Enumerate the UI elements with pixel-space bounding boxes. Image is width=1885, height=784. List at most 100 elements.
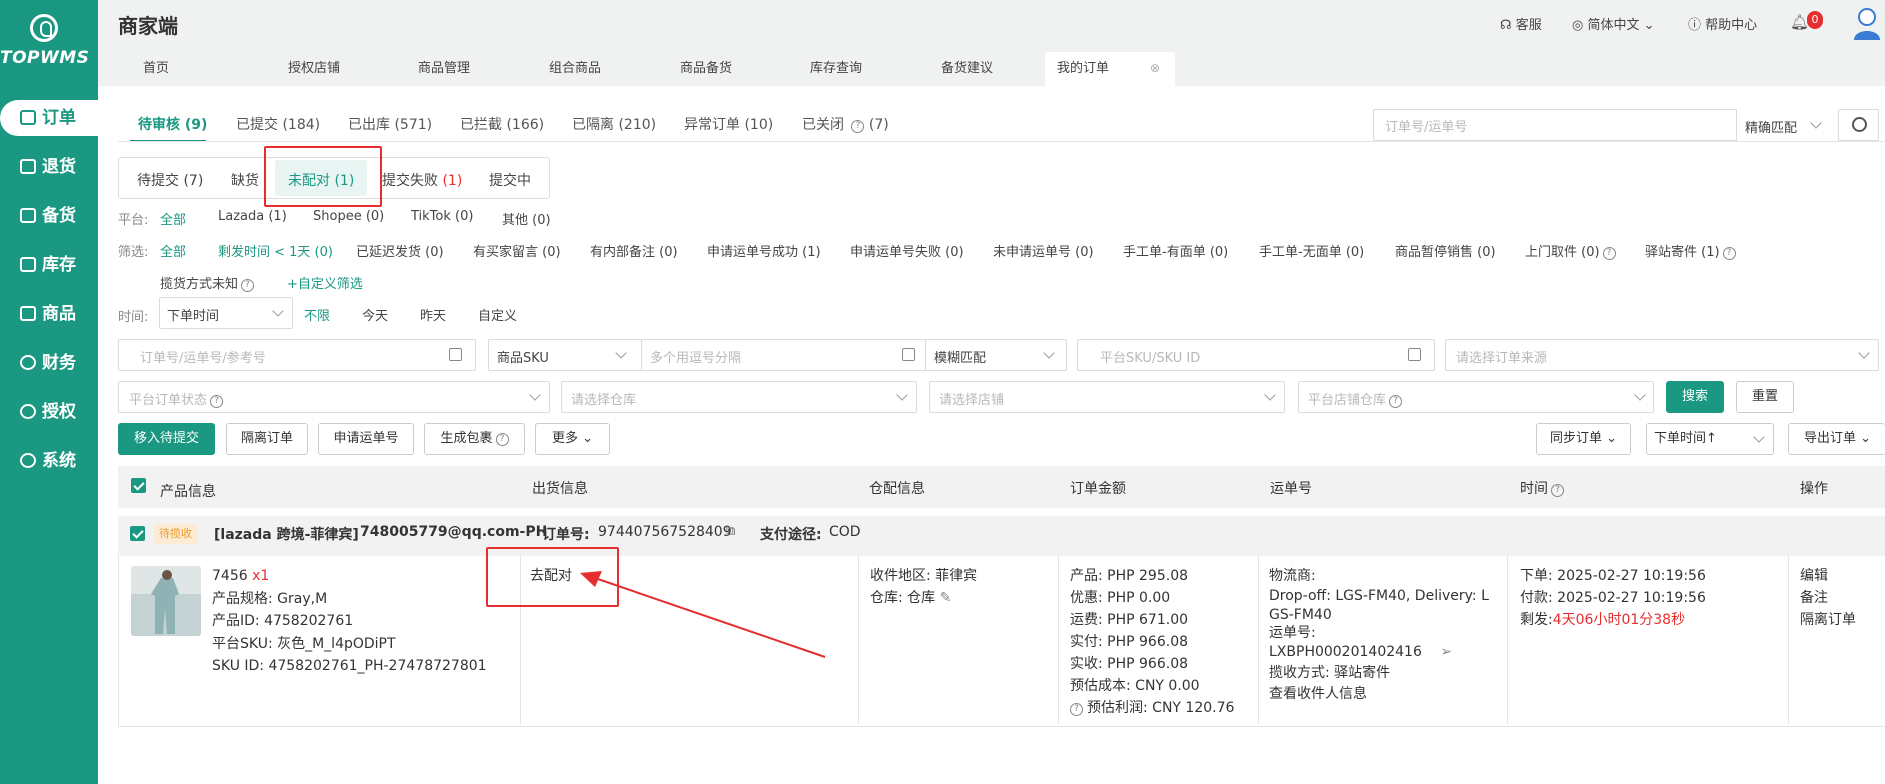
edit-link[interactable]: 编辑 [1800,565,1828,587]
filter-option-manual-no-label[interactable]: 手工单-无面单 (0) [1259,241,1364,260]
status-badge: 待揽收 [154,524,197,544]
batch-input-icon[interactable] [1408,348,1421,361]
system-icon [20,453,36,468]
product-id: 产品ID: 4758202761 [212,613,354,629]
filter-option-buyer-message[interactable]: 有买家留言 (0) [473,241,561,260]
platform-option-tiktok[interactable]: TikTok (0) [411,209,473,224]
sidebar-item-inventory[interactable]: 库存 [0,247,98,283]
help-center-link[interactable]: ⓘ 帮助中心 [1688,14,1757,33]
generate-package-button[interactable]: 生成包裹? [424,423,525,455]
view-receiver-link[interactable]: 查看收件人信息 [1269,683,1367,705]
sidebar-item-system[interactable]: 系统 [0,443,98,479]
warehouse-placeholder: 请选择仓库 [571,393,637,408]
copy-icon[interactable]: ⧉ [726,524,735,539]
isolate-order-button[interactable]: 隔离订单 [226,423,308,455]
platform-filter-label: 平台: [118,213,149,228]
payment-label: 支付途径: [760,527,822,543]
time-option-custom[interactable]: 自定义 [478,305,517,324]
order-checkbox[interactable] [130,526,145,541]
sidebar-item-stock[interactable]: 备货 [0,198,98,234]
filter-option-pickup-unknown[interactable]: 揽货方式未知? [160,273,255,292]
tab-shipped[interactable]: 已出库 (571) [348,114,432,134]
tab-combo-goods[interactable]: 组合商品 [535,52,615,86]
sync-orders-button[interactable]: 同步订单 ⌄ [1536,423,1631,455]
column-time-label: 时间 [1520,481,1548,497]
tab-home[interactable]: 首页 [130,52,182,86]
platform-option-all[interactable]: 全部 [160,209,186,228]
product-image[interactable] [131,566,201,636]
apply-tracking-button[interactable]: 申请运单号 [318,423,414,455]
tab-goods-stocking[interactable]: 商品备货 [666,52,746,86]
product-name-line: 7456 x1 [212,565,269,587]
filter-option-remaining-time[interactable]: 剩发时间 < 1天 (0) [218,241,333,260]
time-option-any[interactable]: 不限 [304,305,330,324]
platform-option-other[interactable]: 其他 (0) [502,209,551,228]
filter-option-paused[interactable]: 商品暂停销售 (0) [1395,241,1496,260]
amount-discount: 优惠: PHP 0.00 [1070,590,1171,606]
sidebar-item-finance[interactable]: 财务 [0,345,98,381]
tab-isolated[interactable]: 已隔离 (210) [572,114,656,134]
more-button[interactable]: 更多 ⌄ [535,423,610,455]
batch-input-icon[interactable] [449,348,462,361]
subtab-submit-failed[interactable]: 提交失败 (1) [382,170,462,190]
button-label: 同步订单 [1549,431,1602,446]
tab-intercepted[interactable]: 已拦截 (166) [460,114,544,134]
tab-abnormal[interactable]: 异常订单 (10) [684,114,773,134]
filter-option-not-applied[interactable]: 未申请运单号 (0) [993,241,1094,260]
select-all-checkbox[interactable] [131,478,146,493]
tracking-number-line: LXBPH000201402416 ➢ [1269,641,1452,663]
remark-link[interactable]: 备注 [1800,587,1828,609]
filter-option-all[interactable]: 全部 [160,241,186,260]
time-option-yesterday[interactable]: 昨天 [420,305,446,324]
subtab-shortage[interactable]: 缺货 [231,170,259,190]
filter-option-delayed[interactable]: 已延迟发货 (0) [356,241,444,260]
filter-option-internal-note[interactable]: 有内部备注 (0) [590,241,678,260]
inventory-icon [20,257,36,272]
tab-inventory-query[interactable]: 库存查询 [796,52,876,86]
sidebar-item-goods[interactable]: 商品 [0,296,98,332]
filter-option-apply-failed[interactable]: 申请运单号失败 (0) [850,241,964,260]
filter-option-station[interactable]: 驿站寄件 (1)? [1645,241,1736,260]
tab-authorized-stores[interactable]: 授权店铺 [274,52,354,86]
tab-submitted[interactable]: 已提交 (184) [236,114,320,134]
sidebar-item-auth[interactable]: 授权 [0,394,98,430]
tab-pending-review[interactable]: 待审核 (9) [138,114,207,134]
sidebar-item-order[interactable]: 订单 [0,100,98,136]
platform-option-shopee[interactable]: Shopee (0) [313,209,384,224]
export-orders-button[interactable]: 导出订单 ⌄ [1788,423,1885,455]
avatar[interactable] [1852,6,1882,40]
logo-text: TOPWMS [0,48,90,68]
column-shipping-info: 出货信息 [532,481,588,497]
amount-product: 产品: PHP 295.08 [1070,568,1189,584]
search-button[interactable]: 搜索 [1666,381,1724,413]
service-link[interactable]: ☊ 客服 [1500,14,1542,33]
platform-option-lazada[interactable]: Lazada (1) [218,209,287,224]
payment-method: COD [829,524,861,540]
subtab-pending-submit[interactable]: 待提交 (7) [137,170,203,190]
tab-closed[interactable]: 已关闭 ? (7) [802,114,889,134]
tab-stock-suggestion[interactable]: 备货建议 [927,52,1007,86]
chevron-down-icon [1810,117,1822,129]
move-to-pending-button[interactable]: 移入待提交 [118,423,215,455]
custom-filter-link[interactable]: +自定义筛选 [287,273,363,292]
tab-goods-management[interactable]: 商品管理 [404,52,484,86]
batch-input-icon[interactable] [902,348,915,361]
edit-icon[interactable]: ✎ [940,590,952,606]
filter-option-apply-success[interactable]: 申请运单号成功 (1) [707,241,821,260]
filter-option-door-pickup[interactable]: 上门取件 (0)? [1525,241,1616,260]
match-mode-select[interactable]: 精确匹配 [1745,117,1797,136]
goods-icon [20,306,36,321]
help-icon: ? [241,279,255,292]
isolate-link[interactable]: 隔离订单 [1800,609,1856,631]
time-option-today[interactable]: 今天 [362,305,388,324]
send-icon[interactable]: ➢ [1440,644,1452,660]
reset-button[interactable]: 重置 [1736,381,1794,413]
language-select[interactable]: ◎ 简体中文 ⌄ [1572,14,1655,33]
amount-shipping: 运费: PHP 671.00 [1070,612,1189,628]
chevron-down-icon: ⌄ [1606,431,1618,446]
filter-option-manual-with-label[interactable]: 手工单-有面单 (0) [1123,241,1228,260]
subtab-submitting[interactable]: 提交中 [489,170,531,190]
sidebar-item-return[interactable]: 退货 [0,149,98,185]
close-tab-icon[interactable]: ⊗ [1150,61,1160,75]
help-icon: ? [851,120,865,133]
